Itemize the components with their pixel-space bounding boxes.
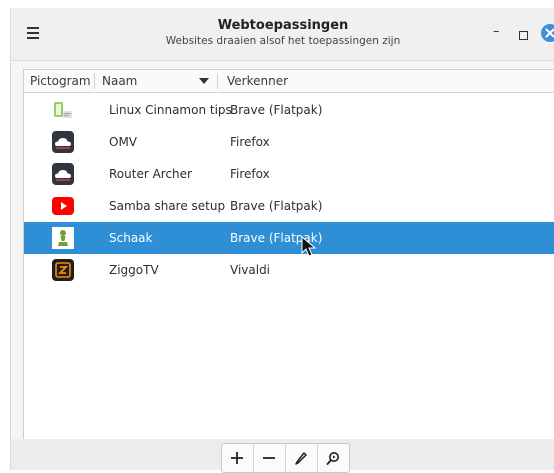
app-name: ZiggoTV (109, 263, 159, 277)
chess-pawn-icon (52, 227, 74, 249)
app-browser: Firefox (230, 167, 270, 181)
title-bar: Webtoepassingen Websites draaien alsof h… (11, 8, 554, 61)
youtube-play-icon (52, 195, 74, 217)
title-block: Webtoepassingen Websites draaien alsof h… (11, 18, 554, 48)
column-divider[interactable] (217, 73, 218, 89)
close-icon[interactable] (541, 24, 554, 42)
app-browser: Brave (Flatpak) (230, 103, 323, 117)
add-icon (231, 452, 243, 464)
app-row-omv[interactable]: OMV Firefox (24, 126, 554, 158)
app-row-ziggotv[interactable]: ZiggoTV Vivaldi (24, 254, 554, 286)
add-button[interactable] (222, 444, 254, 472)
remove-button[interactable] (254, 444, 286, 472)
app-row-linux-cinnamon-tips[interactable]: Linux Cinnamon tips Brave (Flatpak) (24, 94, 554, 126)
mouse-cursor-icon (301, 236, 317, 257)
window-subtitle: Websites draaien alsof het toepassingen … (165, 35, 401, 47)
run-button[interactable] (318, 444, 349, 472)
window-title: Webtoepassingen (217, 18, 349, 33)
column-header-icon[interactable]: Pictogram (30, 70, 91, 92)
app-row-samba-share-setup[interactable]: Samba share setup Brave (Flatpak) (24, 190, 554, 222)
ziggo-logo-icon (52, 259, 74, 281)
cloud-icon (52, 163, 74, 185)
cloud-icon (52, 131, 74, 153)
app-browser: Vivaldi (230, 263, 271, 277)
app-name: Router Archer (109, 167, 192, 181)
app-browser: Firefox (230, 135, 270, 149)
run-icon (326, 452, 339, 465)
app-row-schaak[interactable]: Schaak Brave (Flatpak) (24, 222, 554, 254)
list-header: Pictogram Naam Verkenner (24, 70, 554, 93)
maximize-icon[interactable] (519, 31, 528, 40)
sort-descending-icon[interactable] (199, 78, 209, 84)
app-browser: Brave (Flatpak) (230, 199, 323, 213)
app-name: Samba share setup (109, 199, 226, 213)
column-header-browser[interactable]: Verkenner (227, 70, 288, 92)
app-name: Linux Cinnamon tips (109, 103, 232, 117)
document-text-icon (52, 99, 74, 121)
app-name: OMV (109, 135, 138, 149)
minimize-icon[interactable]: – (493, 25, 505, 38)
app-name: Schaak (109, 231, 153, 245)
column-divider[interactable] (94, 73, 95, 89)
webapps-window: Webtoepassingen Websites draaien alsof h… (10, 8, 554, 473)
webapp-list[interactable]: Pictogram Naam Verkenner Linux Cinnamon … (23, 69, 554, 440)
column-header-name[interactable]: Naam (102, 70, 137, 92)
remove-icon (263, 457, 275, 459)
edit-button[interactable] (286, 444, 318, 472)
toolbar-button-group (221, 443, 350, 473)
bottom-toolbar (11, 439, 554, 473)
app-row-router-archer[interactable]: Router Archer Firefox (24, 158, 554, 190)
edit-icon (295, 452, 307, 465)
